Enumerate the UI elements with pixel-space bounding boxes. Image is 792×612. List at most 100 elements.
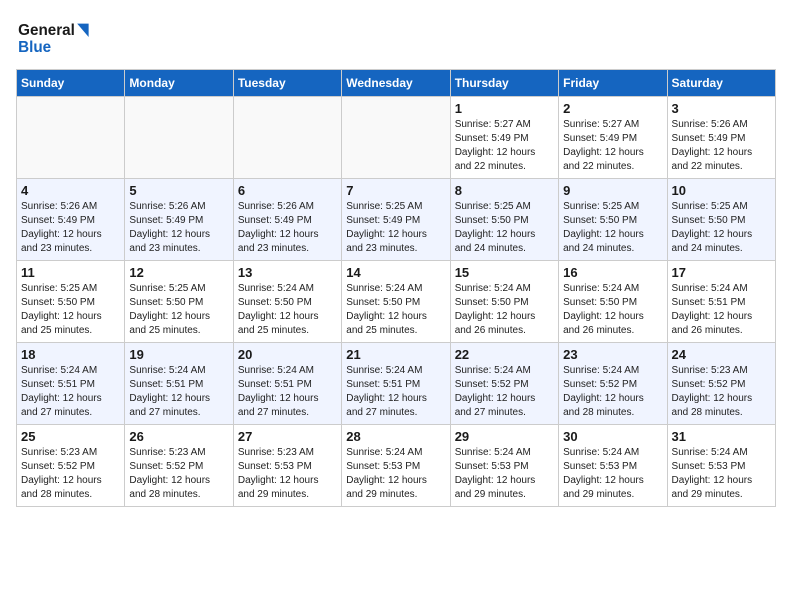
day-info: Sunrise: 5:24 AMSunset: 5:51 PMDaylight:… bbox=[346, 364, 445, 420]
day-info: Sunrise: 5:23 AMSunset: 5:53 PMDaylight:… bbox=[238, 446, 337, 502]
header: General Blue bbox=[16, 16, 776, 61]
day-number: 15 bbox=[455, 265, 554, 280]
calendar-cell: 17 Sunrise: 5:24 AMSunset: 5:51 PMDayligh… bbox=[667, 261, 775, 343]
day-info: Sunrise: 5:25 AMSunset: 5:50 PMDaylight:… bbox=[672, 200, 771, 256]
day-info: Sunrise: 5:24 AMSunset: 5:51 PMDaylight:… bbox=[21, 364, 120, 420]
day-info: Sunrise: 5:23 AMSunset: 5:52 PMDaylight:… bbox=[129, 446, 228, 502]
col-header-monday: Monday bbox=[125, 70, 233, 97]
calendar-cell: 15 Sunrise: 5:24 AMSunset: 5:50 PMDayligh… bbox=[450, 261, 558, 343]
calendar-cell: 5 Sunrise: 5:26 AMSunset: 5:49 PMDaylight… bbox=[125, 179, 233, 261]
day-number: 3 bbox=[672, 101, 771, 116]
calendar-cell: 30 Sunrise: 5:24 AMSunset: 5:53 PMDayligh… bbox=[559, 425, 667, 507]
day-info: Sunrise: 5:24 AMSunset: 5:50 PMDaylight:… bbox=[563, 282, 662, 338]
day-number: 14 bbox=[346, 265, 445, 280]
day-number: 16 bbox=[563, 265, 662, 280]
calendar-cell: 12 Sunrise: 5:25 AMSunset: 5:50 PMDayligh… bbox=[125, 261, 233, 343]
day-number: 11 bbox=[21, 265, 120, 280]
calendar-cell bbox=[342, 97, 450, 179]
day-info: Sunrise: 5:24 AMSunset: 5:53 PMDaylight:… bbox=[672, 446, 771, 502]
day-number: 23 bbox=[563, 347, 662, 362]
calendar-week-4: 18 Sunrise: 5:24 AMSunset: 5:51 PMDayligh… bbox=[17, 343, 776, 425]
calendar-cell: 14Sunrise: 5:24 AMSunset: 5:50 PMDayligh… bbox=[342, 261, 450, 343]
day-info: Sunrise: 5:27 AMSunset: 5:49 PMDaylight:… bbox=[563, 118, 662, 174]
col-header-wednesday: Wednesday bbox=[342, 70, 450, 97]
day-number: 21 bbox=[346, 347, 445, 362]
day-number: 12 bbox=[129, 265, 228, 280]
calendar-cell: 27Sunrise: 5:23 AMSunset: 5:53 PMDayligh… bbox=[233, 425, 341, 507]
calendar-cell: 24 Sunrise: 5:23 AMSunset: 5:52 PMDayligh… bbox=[667, 343, 775, 425]
day-number: 31 bbox=[672, 429, 771, 444]
calendar-cell: 9Sunrise: 5:25 AMSunset: 5:50 PMDaylight… bbox=[559, 179, 667, 261]
day-info: Sunrise: 5:23 AMSunset: 5:52 PMDaylight:… bbox=[672, 364, 771, 420]
day-number: 2 bbox=[563, 101, 662, 116]
calendar-week-5: 25 Sunrise: 5:23 AMSunset: 5:52 PMDayligh… bbox=[17, 425, 776, 507]
day-info: Sunrise: 5:24 AMSunset: 5:51 PMDaylight:… bbox=[238, 364, 337, 420]
calendar-cell: 4 Sunrise: 5:26 AMSunset: 5:49 PMDaylight… bbox=[17, 179, 125, 261]
svg-text:General: General bbox=[18, 22, 75, 39]
calendar-week-1: 1 Sunrise: 5:27 AMSunset: 5:49 PMDaylight… bbox=[17, 97, 776, 179]
calendar-cell: 31 Sunrise: 5:24 AMSunset: 5:53 PMDayligh… bbox=[667, 425, 775, 507]
calendar-table: SundayMondayTuesdayWednesdayThursdayFrid… bbox=[16, 69, 776, 507]
day-info: Sunrise: 5:24 AMSunset: 5:53 PMDaylight:… bbox=[563, 446, 662, 502]
day-info: Sunrise: 5:26 AMSunset: 5:49 PMDaylight:… bbox=[672, 118, 771, 174]
day-number: 9 bbox=[563, 183, 662, 198]
day-info: Sunrise: 5:24 AMSunset: 5:50 PMDaylight:… bbox=[455, 282, 554, 338]
day-number: 28 bbox=[346, 429, 445, 444]
day-number: 22 bbox=[455, 347, 554, 362]
day-number: 19 bbox=[129, 347, 228, 362]
day-number: 26 bbox=[129, 429, 228, 444]
day-info: Sunrise: 5:24 AMSunset: 5:51 PMDaylight:… bbox=[672, 282, 771, 338]
day-number: 5 bbox=[129, 183, 228, 198]
calendar-header: SundayMondayTuesdayWednesdayThursdayFrid… bbox=[17, 70, 776, 97]
day-number: 8 bbox=[455, 183, 554, 198]
calendar-cell: 3 Sunrise: 5:26 AMSunset: 5:49 PMDaylight… bbox=[667, 97, 775, 179]
day-info: Sunrise: 5:24 AMSunset: 5:53 PMDaylight:… bbox=[346, 446, 445, 502]
day-number: 1 bbox=[455, 101, 554, 116]
calendar-cell bbox=[17, 97, 125, 179]
col-header-friday: Friday bbox=[559, 70, 667, 97]
calendar-cell: 22Sunrise: 5:24 AMSunset: 5:52 PMDayligh… bbox=[450, 343, 558, 425]
day-number: 17 bbox=[672, 265, 771, 280]
calendar-cell: 21 Sunrise: 5:24 AMSunset: 5:51 PMDayligh… bbox=[342, 343, 450, 425]
day-info: Sunrise: 5:27 AMSunset: 5:49 PMDaylight:… bbox=[455, 118, 554, 174]
day-number: 25 bbox=[21, 429, 120, 444]
day-info: Sunrise: 5:25 AMSunset: 5:50 PMDaylight:… bbox=[21, 282, 120, 338]
day-number: 18 bbox=[21, 347, 120, 362]
calendar-cell: 6Sunrise: 5:26 AMSunset: 5:49 PMDaylight… bbox=[233, 179, 341, 261]
day-number: 10 bbox=[672, 183, 771, 198]
calendar-cell: 8 Sunrise: 5:25 AMSunset: 5:50 PMDaylight… bbox=[450, 179, 558, 261]
calendar-week-3: 11 Sunrise: 5:25 AMSunset: 5:50 PMDayligh… bbox=[17, 261, 776, 343]
calendar-cell: 18 Sunrise: 5:24 AMSunset: 5:51 PMDayligh… bbox=[17, 343, 125, 425]
day-info: Sunrise: 5:26 AMSunset: 5:49 PMDaylight:… bbox=[21, 200, 120, 256]
calendar-cell: 11 Sunrise: 5:25 AMSunset: 5:50 PMDayligh… bbox=[17, 261, 125, 343]
calendar-cell: 19 Sunrise: 5:24 AMSunset: 5:51 PMDayligh… bbox=[125, 343, 233, 425]
col-header-thursday: Thursday bbox=[450, 70, 558, 97]
col-header-sunday: Sunday bbox=[17, 70, 125, 97]
day-number: 4 bbox=[21, 183, 120, 198]
calendar-cell bbox=[125, 97, 233, 179]
day-info: Sunrise: 5:26 AMSunset: 5:49 PMDaylight:… bbox=[129, 200, 228, 256]
day-number: 20 bbox=[238, 347, 337, 362]
col-header-tuesday: Tuesday bbox=[233, 70, 341, 97]
calendar-cell: 16 Sunrise: 5:24 AMSunset: 5:50 PMDayligh… bbox=[559, 261, 667, 343]
day-number: 30 bbox=[563, 429, 662, 444]
day-info: Sunrise: 5:25 AMSunset: 5:50 PMDaylight:… bbox=[129, 282, 228, 338]
day-info: Sunrise: 5:24 AMSunset: 5:51 PMDaylight:… bbox=[129, 364, 228, 420]
calendar-cell: 28 Sunrise: 5:24 AMSunset: 5:53 PMDayligh… bbox=[342, 425, 450, 507]
calendar-cell: 1 Sunrise: 5:27 AMSunset: 5:49 PMDaylight… bbox=[450, 97, 558, 179]
calendar-week-2: 4 Sunrise: 5:26 AMSunset: 5:49 PMDaylight… bbox=[17, 179, 776, 261]
calendar-cell: 29Sunrise: 5:24 AMSunset: 5:53 PMDayligh… bbox=[450, 425, 558, 507]
day-info: Sunrise: 5:23 AMSunset: 5:52 PMDaylight:… bbox=[21, 446, 120, 502]
logo: General Blue bbox=[16, 16, 106, 61]
day-info: Sunrise: 5:25 AMSunset: 5:49 PMDaylight:… bbox=[346, 200, 445, 256]
day-number: 6 bbox=[238, 183, 337, 198]
svg-text:Blue: Blue bbox=[18, 39, 51, 56]
day-info: Sunrise: 5:24 AMSunset: 5:50 PMDaylight:… bbox=[238, 282, 337, 338]
day-info: Sunrise: 5:25 AMSunset: 5:50 PMDaylight:… bbox=[455, 200, 554, 256]
calendar-cell bbox=[233, 97, 341, 179]
day-number: 24 bbox=[672, 347, 771, 362]
calendar-cell: 26 Sunrise: 5:23 AMSunset: 5:52 PMDayligh… bbox=[125, 425, 233, 507]
calendar-cell: 10 Sunrise: 5:25 AMSunset: 5:50 PMDayligh… bbox=[667, 179, 775, 261]
day-info: Sunrise: 5:24 AMSunset: 5:52 PMDaylight:… bbox=[563, 364, 662, 420]
calendar-cell: 13Sunrise: 5:24 AMSunset: 5:50 PMDayligh… bbox=[233, 261, 341, 343]
